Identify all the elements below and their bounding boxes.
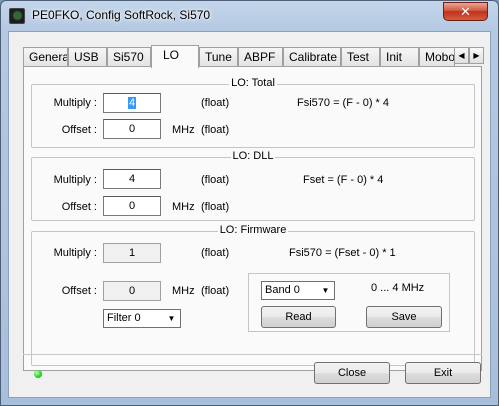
- app-icon: [9, 8, 25, 24]
- lo-firmware-formula: Fsi570 = (Fset - 0) * 1: [289, 247, 396, 259]
- band-range-label: 0 ... 4 MHz: [371, 282, 425, 294]
- save-button[interactable]: Save: [366, 306, 442, 328]
- lo-firmware-offset-unit: MHz: [172, 285, 195, 297]
- exit-button[interactable]: Exit: [405, 362, 481, 384]
- tab-scroll-right-button[interactable]: ▶: [469, 47, 484, 64]
- lo-dll-offset-type: (float): [201, 201, 230, 213]
- lo-total-offset-type: (float): [201, 124, 230, 136]
- title-bar[interactable]: PE0FKO, Config SoftRock, Si570 ✕: [1, 1, 498, 31]
- window-title: PE0FKO, Config SoftRock, Si570: [32, 8, 211, 22]
- close-button[interactable]: Close: [314, 362, 390, 384]
- lo-total-multiply-type: (float): [201, 97, 230, 109]
- tab-test[interactable]: Test: [341, 47, 380, 67]
- tab-usb[interactable]: USB: [68, 47, 107, 67]
- lo-firmware-offset-type: (float): [201, 285, 230, 297]
- lo-total-group: LO: Total Multiply : 4 (float) Fsi570 = …: [31, 77, 475, 148]
- status-led-icon: [34, 370, 42, 378]
- lo-total-offset-input[interactable]: 0: [103, 119, 161, 139]
- filter-select-value: Filter 0: [107, 312, 141, 324]
- tab-lo[interactable]: LO: [151, 45, 199, 68]
- lo-tab-panel: LO: Total Multiply : 4 (float) Fsi570 = …: [23, 66, 482, 371]
- close-icon: ✕: [460, 4, 471, 19]
- lo-dll-multiply-input[interactable]: 4: [103, 169, 161, 189]
- tab-general[interactable]: General: [23, 47, 68, 67]
- filter-select[interactable]: Filter 0 ▼: [103, 309, 181, 328]
- tab-init[interactable]: Init: [380, 47, 419, 67]
- config-window: PE0FKO, Config SoftRock, Si570 ✕ General…: [0, 0, 499, 406]
- tab-abpf[interactable]: ABPF: [238, 47, 283, 67]
- client-area: General USB Si570 LO Tune ABPF Calibrate…: [8, 31, 491, 398]
- lo-total-offset-unit: MHz: [172, 124, 195, 136]
- lo-total-offset-label: Offset :: [61, 124, 97, 136]
- chevron-down-icon: ▼: [321, 286, 330, 295]
- lo-total-title: LO: Total: [229, 77, 277, 89]
- chevron-down-icon: ▼: [167, 314, 176, 323]
- lo-dll-formula: Fset = (F - 0) * 4: [303, 174, 384, 186]
- arrow-right-icon: ▶: [473, 51, 480, 60]
- lo-dll-offset-label: Offset :: [61, 201, 97, 213]
- tab-si570[interactable]: Si570: [107, 47, 151, 67]
- lo-firmware-offset-input: 0: [103, 281, 161, 301]
- tab-strip: General USB Si570 LO Tune ABPF Calibrate…: [23, 45, 489, 68]
- lo-dll-group: LO: DLL Multiply : 4 (float) Fset = (F -…: [31, 150, 475, 221]
- lo-dll-multiply-type: (float): [201, 174, 230, 186]
- footer-separator: [23, 354, 482, 355]
- tab-mobo[interactable]: Mobo: [419, 47, 455, 67]
- lo-firmware-multiply-type: (float): [201, 247, 230, 259]
- tab-calibrate[interactable]: Calibrate: [283, 47, 341, 67]
- lo-firmware-offset-label: Offset :: [61, 285, 97, 297]
- window-close-button[interactable]: ✕: [443, 2, 488, 21]
- band-select-value: Band 0: [265, 284, 300, 296]
- lo-dll-offset-input[interactable]: 0: [103, 196, 161, 216]
- lo-total-multiply-input[interactable]: 4: [103, 93, 161, 113]
- lo-firmware-multiply-input: 1: [103, 243, 161, 263]
- lo-firmware-group: LO: Firmware Multiply : 1 (float) Fsi570…: [31, 224, 475, 366]
- lo-total-multiply-label: Multiply :: [53, 97, 97, 109]
- lo-firmware-multiply-label: Multiply :: [53, 247, 97, 259]
- lo-dll-title: LO: DLL: [230, 150, 276, 162]
- arrow-left-icon: ◀: [458, 51, 465, 60]
- band-select[interactable]: Band 0 ▼: [261, 281, 335, 300]
- lo-total-formula: Fsi570 = (F - 0) * 4: [297, 97, 390, 109]
- tab-tune[interactable]: Tune: [199, 47, 238, 67]
- read-button[interactable]: Read: [261, 306, 336, 328]
- tab-scroll-left-button[interactable]: ◀: [454, 47, 469, 64]
- band-panel: Band 0 ▼ 0 ... 4 MHz Read Save: [248, 273, 450, 332]
- lo-dll-multiply-label: Multiply :: [53, 174, 97, 186]
- lo-firmware-title: LO: Firmware: [217, 224, 289, 236]
- lo-dll-offset-unit: MHz: [172, 201, 195, 213]
